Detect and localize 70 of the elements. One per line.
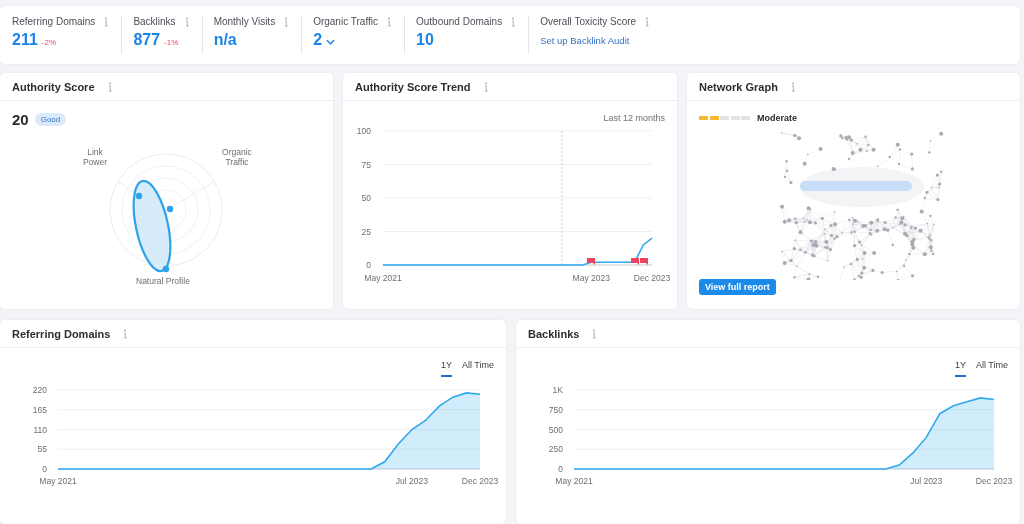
y-axis-label: 0	[366, 260, 371, 270]
x-axis-label: Dec 2023	[975, 476, 1013, 486]
rating-badge: Good	[34, 113, 67, 126]
x-axis-label: May 2021	[555, 476, 593, 486]
y-axis-label: 500	[548, 424, 563, 435]
info-icon[interactable]	[591, 328, 598, 339]
x-axis-label: Dec 2023	[633, 273, 671, 283]
view-report-button[interactable]: View full report	[699, 279, 776, 295]
radar-label: Organic Traffic	[221, 147, 253, 167]
y-axis-label: 165	[32, 404, 47, 415]
metric-label: Outbound Domains	[416, 16, 503, 27]
radar-point	[162, 265, 170, 273]
card-title: Authority Score Trend	[355, 80, 471, 93]
radar-label: Link Power	[81, 147, 109, 167]
period-tab[interactable]: 1Y	[440, 360, 452, 377]
period-label: Last 12 months	[603, 113, 665, 123]
card-title: Referring Domains	[12, 327, 111, 340]
radar-point	[135, 192, 143, 200]
info-icon[interactable]	[103, 16, 110, 27]
y-axis-label: 50	[361, 193, 371, 203]
y-axis-label: 220	[32, 385, 47, 395]
y-axis-label: 100	[356, 126, 371, 136]
authority-score: 20	[12, 111, 29, 128]
y-axis-label: 0	[558, 464, 563, 474]
y-axis-label: 75	[361, 159, 371, 170]
y-axis-label: 250	[548, 444, 563, 455]
y-axis-label: 25	[361, 226, 371, 237]
info-icon[interactable]	[789, 81, 796, 92]
chevron-down-icon[interactable]	[326, 39, 336, 45]
metric-value: 211	[12, 31, 38, 49]
info-icon[interactable]	[283, 16, 290, 27]
audit-link[interactable]: Set up Backlink Audit	[540, 35, 630, 46]
metric-label: Overall Toxicity Score	[540, 16, 637, 27]
y-axis-label: 0	[42, 464, 47, 474]
y-axis-label: 55	[37, 444, 47, 455]
metric-label: Monthly Visits	[213, 16, 276, 27]
x-axis-label: May 2021	[364, 273, 402, 283]
metric-change: -2%	[41, 38, 57, 47]
metric-value: 877	[133, 31, 161, 49]
metric-change: -1%	[164, 38, 179, 47]
x-axis-label: Jul 2023	[395, 476, 428, 486]
card-title: Backlinks	[528, 327, 580, 340]
info-icon[interactable]	[183, 16, 190, 27]
metric-label: Backlinks	[133, 16, 176, 27]
info-icon[interactable]	[510, 16, 517, 27]
y-axis-label: 1K	[552, 385, 563, 395]
y-axis-label: 750	[548, 404, 563, 415]
info-icon[interactable]	[482, 81, 489, 92]
rating-label: Moderate	[757, 113, 797, 123]
period-tab[interactable]: All Time	[976, 360, 1008, 375]
metric-value: 2	[313, 31, 323, 49]
info-icon[interactable]	[386, 16, 392, 27]
radar-point	[166, 205, 174, 213]
x-axis-label: May 2021	[39, 476, 77, 486]
card-title: Network Graph	[699, 80, 778, 93]
x-axis-label: May 2023	[572, 273, 610, 283]
period-tab[interactable]: 1Y	[954, 360, 966, 377]
period-tab[interactable]: All Time	[462, 360, 494, 375]
metric-value: 10	[416, 31, 434, 49]
metric-label: Organic Traffic	[313, 16, 378, 27]
radar-label: Natural Profile	[136, 276, 190, 286]
info-icon[interactable]	[644, 16, 651, 27]
info-icon[interactable]	[106, 81, 113, 92]
metric-value: n/a	[213, 31, 237, 49]
card-title: Authority Score	[12, 80, 95, 93]
x-axis-label: Jul 2023	[910, 476, 943, 486]
info-icon[interactable]	[122, 328, 129, 339]
metric-label: Referring Domains	[12, 16, 96, 27]
y-axis-label: 110	[33, 424, 47, 435]
x-axis-label: Dec 2023	[461, 476, 499, 486]
